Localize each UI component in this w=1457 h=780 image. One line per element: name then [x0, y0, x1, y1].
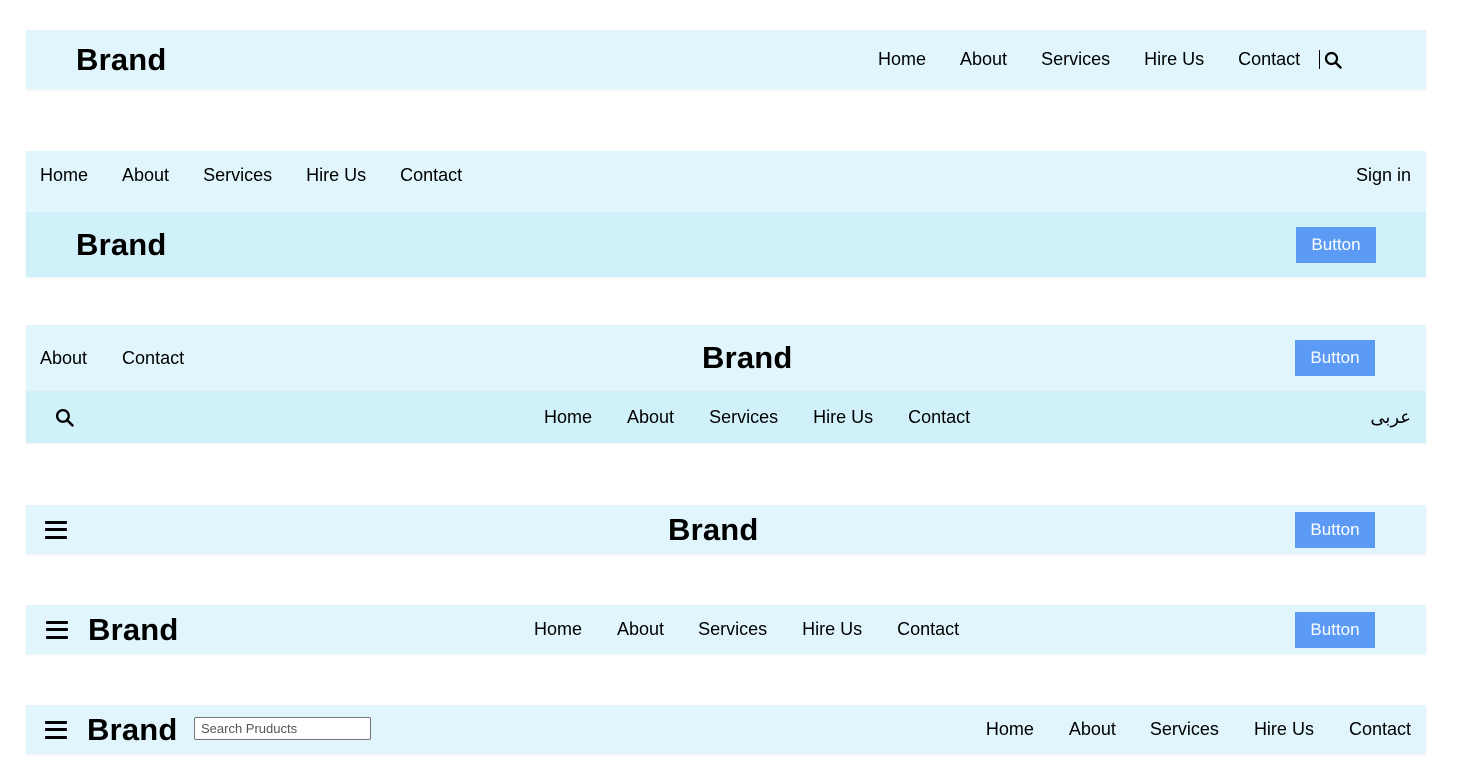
nav-link-hire-us[interactable]: Hire Us [1144, 49, 1204, 70]
navbar-5: Brand Home About Services Hire Us Contac… [26, 605, 1426, 654]
language-area: عربى [1370, 407, 1411, 428]
nav-link-about[interactable]: About [617, 619, 664, 640]
primary-button[interactable]: Button [1295, 340, 1375, 376]
nav-link-services[interactable]: Services [698, 619, 767, 640]
nav-link-contact[interactable]: Contact [122, 348, 184, 369]
nav-link-about[interactable]: About [40, 348, 87, 369]
nav-link-hire-us[interactable]: Hire Us [802, 619, 862, 640]
nav-link-services[interactable]: Services [1150, 719, 1219, 740]
primary-button[interactable]: Button [1295, 611, 1375, 648]
nav-link-about[interactable]: About [960, 49, 1007, 70]
navbar-1: Brand Home About Services Hire Us Contac… [26, 30, 1426, 89]
brand-logo[interactable]: Brand [88, 612, 179, 648]
search-icon[interactable] [55, 408, 74, 427]
nav-link-contact[interactable]: Contact [1349, 719, 1411, 740]
brand-logo[interactable]: Brand [76, 227, 167, 263]
nav-link-about[interactable]: About [627, 407, 674, 428]
hamburger-icon[interactable] [46, 620, 68, 639]
navbar-6: Brand Home About Services Hire Us Contac… [26, 705, 1426, 754]
search-icon[interactable] [1324, 51, 1342, 69]
sign-in-area: Sign in [1356, 165, 1411, 186]
search-products-input[interactable] [194, 717, 371, 740]
nav-link-services[interactable]: Services [709, 407, 778, 428]
primary-button[interactable]: Button [1295, 511, 1375, 548]
brand-logo[interactable]: Brand [87, 712, 178, 748]
nav-link-services[interactable]: Services [1041, 49, 1110, 70]
navbar-3: About Contact Brand Button Home About Se… [26, 325, 1426, 443]
nav-link-hire-us[interactable]: Hire Us [306, 165, 366, 186]
navbar-2: Home About Services Hire Us Contact Sign… [26, 151, 1426, 277]
nav-link-home[interactable]: Home [534, 619, 582, 640]
nav-link-services[interactable]: Services [203, 165, 272, 186]
nav-link-contact[interactable]: Contact [897, 619, 959, 640]
nav-link-hire-us[interactable]: Hire Us [813, 407, 873, 428]
hamburger-icon[interactable] [45, 720, 67, 739]
brand-logo[interactable]: Brand [76, 42, 167, 78]
nav-links: Home About Services Hire Us Contact [534, 619, 959, 640]
nav-link-contact[interactable]: Contact [1238, 49, 1300, 70]
nav-link-home[interactable]: Home [878, 49, 926, 70]
nav-links: Home About Services Hire Us Contact [878, 49, 1342, 70]
nav-links: Home About Services Hire Us Contact [986, 719, 1411, 740]
top-nav-links: About Contact [40, 348, 184, 369]
nav-link-hire-us[interactable]: Hire Us [1254, 719, 1314, 740]
hamburger-icon[interactable] [45, 520, 67, 539]
nav-link-about[interactable]: About [1069, 719, 1116, 740]
navbar-4: Brand Button [26, 505, 1426, 554]
nav-link-home[interactable]: Home [986, 719, 1034, 740]
nav-link-home[interactable]: Home [40, 165, 88, 186]
top-nav-links: Home About Services Hire Us Contact [40, 165, 462, 186]
nav-link-home[interactable]: Home [544, 407, 592, 428]
nav-link-about[interactable]: About [122, 165, 169, 186]
language-switch-link[interactable]: عربى [1370, 407, 1411, 428]
primary-button[interactable]: Button [1296, 226, 1376, 263]
nav-link-contact[interactable]: Contact [400, 165, 462, 186]
divider [1319, 50, 1321, 69]
sign-in-link[interactable]: Sign in [1356, 165, 1411, 186]
brand-logo[interactable]: Brand [668, 512, 759, 548]
brand-logo[interactable]: Brand [702, 340, 793, 376]
nav-link-contact[interactable]: Contact [908, 407, 970, 428]
bottom-nav-links: Home About Services Hire Us Contact [544, 407, 970, 428]
